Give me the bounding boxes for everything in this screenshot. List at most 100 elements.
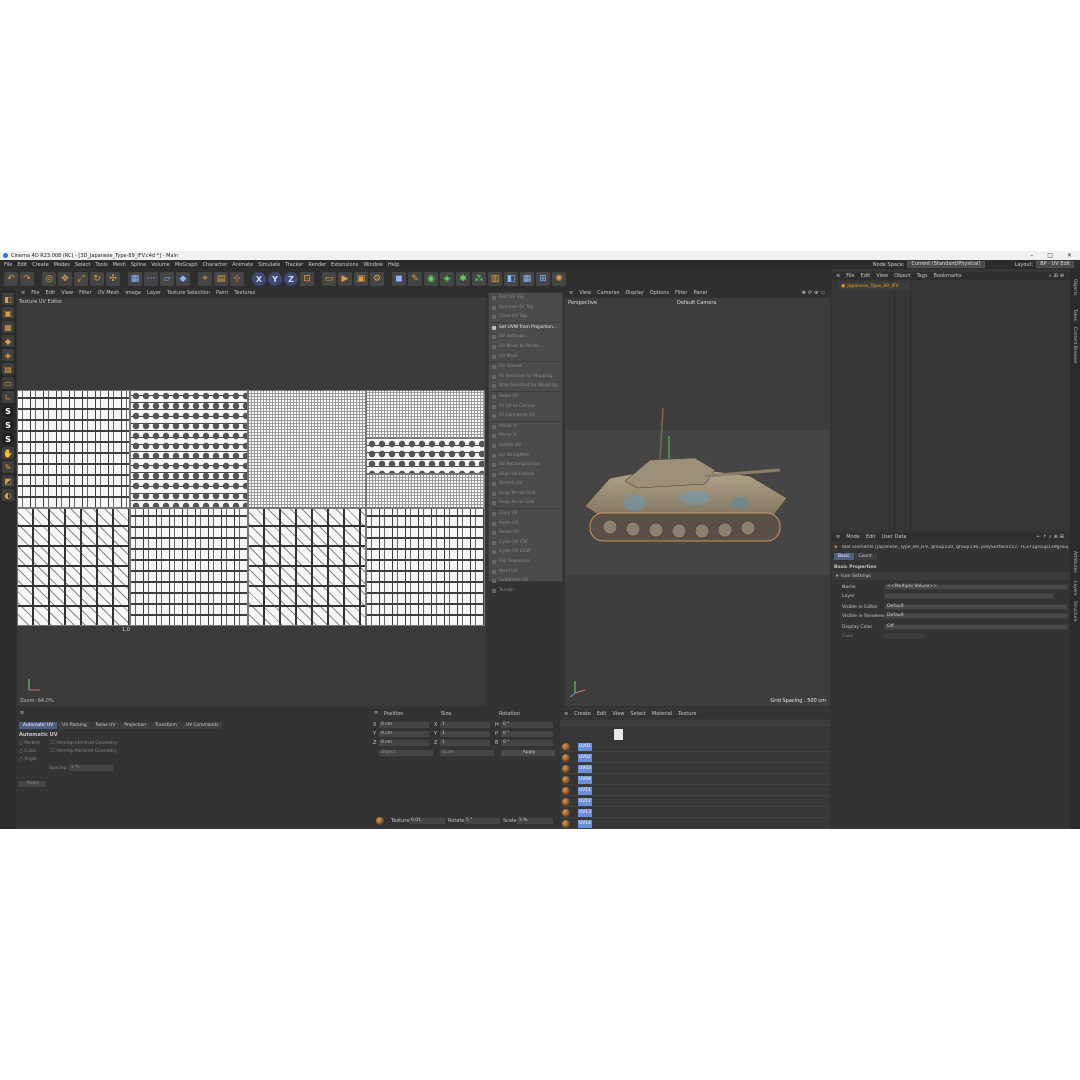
position-x-field[interactable]: 0 cm — [379, 722, 429, 728]
cube-icon[interactable]: ◼ — [392, 272, 406, 286]
vp-menu-view[interactable]: View — [579, 290, 591, 296]
uv-command-item[interactable]: Mirror U — [489, 422, 562, 432]
coordinate-system-icon[interactable]: ⊡ — [300, 272, 314, 286]
paint-icon[interactable]: ✋ — [2, 447, 14, 459]
menu-tracker[interactable]: Tracker — [285, 262, 303, 268]
menu-help[interactable]: Help — [388, 262, 399, 268]
tab-structure[interactable]: Structure — [1072, 601, 1077, 621]
am-menu-mode[interactable]: Mode — [846, 534, 860, 540]
material-row[interactable]: UV11 — [560, 786, 830, 796]
uv-menu-file[interactable]: File — [31, 290, 39, 296]
uv-points-icon[interactable]: ◆ — [2, 335, 14, 347]
viewport-layout-icon[interactable]: ⊞ — [536, 272, 550, 286]
uv-tag[interactable]: UV14 — [578, 820, 592, 828]
om-menu-view[interactable]: View — [876, 273, 888, 279]
y-axis-icon[interactable]: Y — [268, 272, 282, 286]
rotation-h-field[interactable]: 0 ° — [501, 722, 553, 728]
redo-icon[interactable]: ↷ — [20, 272, 34, 286]
uv-command-item[interactable]: UV Mesh — [489, 352, 562, 362]
axis-icon[interactable]: ⊹ — [230, 272, 244, 286]
move-icon[interactable]: ✥ — [58, 272, 72, 286]
material-row[interactable]: UV13 — [560, 808, 830, 818]
snap-icon[interactable]: ⌖ — [198, 272, 212, 286]
tab-basic[interactable]: Basic — [834, 553, 854, 560]
uv-menu-edit[interactable]: Edit — [46, 290, 56, 296]
vp-menu-filter[interactable]: Filter — [675, 290, 687, 296]
tab-coord[interactable]: Coord. — [854, 553, 877, 560]
checker-icon[interactable]: ▦ — [2, 321, 14, 333]
uv-edit-icon[interactable]: ◩ — [2, 475, 14, 487]
uv-menu-icon[interactable]: ≡ — [21, 290, 25, 296]
position-z-field[interactable]: 0 cm — [379, 740, 429, 746]
magnet-icon[interactable]: ◐ — [2, 489, 14, 501]
node-space-select[interactable]: Current (Standard/Physical) — [907, 261, 985, 268]
om-menu-tags[interactable]: Tags — [916, 273, 927, 279]
object-name[interactable]: Japanese_Type_89_IFV — [847, 284, 898, 289]
uv-menu-paint[interactable]: Paint — [216, 290, 228, 296]
am-menu-user-data[interactable]: User Data — [882, 534, 907, 540]
uv-command-item[interactable]: Fit Selected for Mapping — [489, 372, 562, 382]
edges-mode-icon[interactable]: ▱ — [160, 272, 174, 286]
size-y-field[interactable]: 1 — [440, 731, 490, 737]
mm-menu-edit[interactable]: Edit — [597, 711, 607, 717]
menu-mesh[interactable]: Mesh — [113, 262, 126, 268]
uv-command-item[interactable]: Fit Canvas to UV — [489, 411, 562, 421]
uv-tag[interactable]: UV01 — [578, 743, 592, 751]
live-selection-icon[interactable]: ◎ — [42, 272, 56, 286]
rotate-icon[interactable]: ↻ — [90, 272, 104, 286]
render-region-icon[interactable]: ▭ — [322, 272, 336, 286]
uv-command-item[interactable]: Align UV Islands — [489, 470, 562, 480]
vp-menu-options[interactable]: Options — [650, 290, 669, 296]
close-button[interactable]: ✕ — [1067, 252, 1072, 259]
menu-character[interactable]: Character — [203, 262, 228, 268]
om-menu-icon[interactable]: ≡ — [836, 273, 840, 279]
camera-icon[interactable]: ◧ — [504, 272, 518, 286]
menu-extensions[interactable]: Extensions — [331, 262, 358, 268]
layout-select[interactable]: BP - UV Edit — [1036, 261, 1074, 268]
object-row-tank[interactable]: ▣ Japanese_Type_89_IFV — [839, 282, 909, 290]
scale-icon[interactable]: ⤢ — [74, 272, 88, 286]
uv-command-item[interactable]: Flip Sequence — [489, 557, 562, 567]
make-editable-icon[interactable]: ◧ — [2, 293, 14, 305]
z-axis-icon[interactable]: Z — [284, 272, 298, 286]
subsection-icon-settings[interactable]: ▾ Icon Settings — [832, 572, 1070, 580]
uv-command-item[interactable]: Relax UV — [489, 392, 562, 402]
tab-uv-packing[interactable]: UV Packing — [58, 722, 91, 729]
uv-menu-textures[interactable]: Textures — [234, 290, 255, 296]
brush-icon[interactable]: ✎ — [2, 461, 14, 473]
vp-menu-cameras[interactable]: Cameras — [597, 290, 619, 296]
transform-icon[interactable]: ✣ — [106, 272, 120, 286]
uv-polygons-icon[interactable]: ◈ — [2, 349, 14, 361]
uv-command-item[interactable]: Fit UV to Canvas — [489, 402, 562, 412]
uv-command-item[interactable]: Rotate UV — [489, 441, 562, 451]
uv-menu-texture-selection[interactable]: Texture Selection — [167, 290, 210, 296]
option-cubic[interactable]: ○ Cubic — [19, 748, 40, 756]
menu-spline[interactable]: Spline — [131, 262, 146, 268]
mm-menu-view[interactable]: View — [613, 711, 625, 717]
grid-icon[interactable]: ▦ — [520, 272, 534, 286]
mm-menu-icon[interactable]: ≡ — [564, 711, 568, 717]
material-row[interactable]: UV01 — [560, 742, 830, 752]
menu-create[interactable]: Create — [32, 262, 49, 268]
uv-command-item[interactable]: Cycle UV CCW — [489, 547, 562, 557]
coords-apply-button[interactable]: Apply — [501, 750, 555, 756]
vp-menu-display[interactable]: Display — [625, 290, 643, 296]
tab-projection[interactable]: Projection — [120, 722, 151, 729]
om-menu-file[interactable]: File — [846, 273, 854, 279]
menu-render[interactable]: Render — [308, 262, 326, 268]
layer-field[interactable] — [884, 593, 1054, 599]
material-preview-icon[interactable] — [614, 729, 623, 740]
color-swatch[interactable] — [884, 633, 924, 639]
size-mode-select[interactable]: Scale — [440, 750, 494, 756]
texture-mode-icon[interactable]: ▣ — [2, 307, 14, 319]
object-mode-icon[interactable]: ▤ — [2, 363, 14, 375]
uv-command-item[interactable]: Copy UV — [489, 509, 562, 519]
uv-menu-view[interactable]: View — [61, 290, 73, 296]
vp-menu-panel[interactable]: Panel — [693, 290, 707, 296]
auto-uv-apply-button[interactable]: Apply — [19, 781, 45, 787]
material-row[interactable]: UV02 — [560, 753, 830, 763]
uv-tools-menu-icon[interactable]: ≡ — [20, 710, 24, 716]
menu-edit[interactable]: Edit — [17, 262, 27, 268]
om-search-icon[interactable]: ⌕⊞⊕ — [1049, 273, 1066, 279]
x-axis-icon[interactable]: X — [252, 272, 266, 286]
